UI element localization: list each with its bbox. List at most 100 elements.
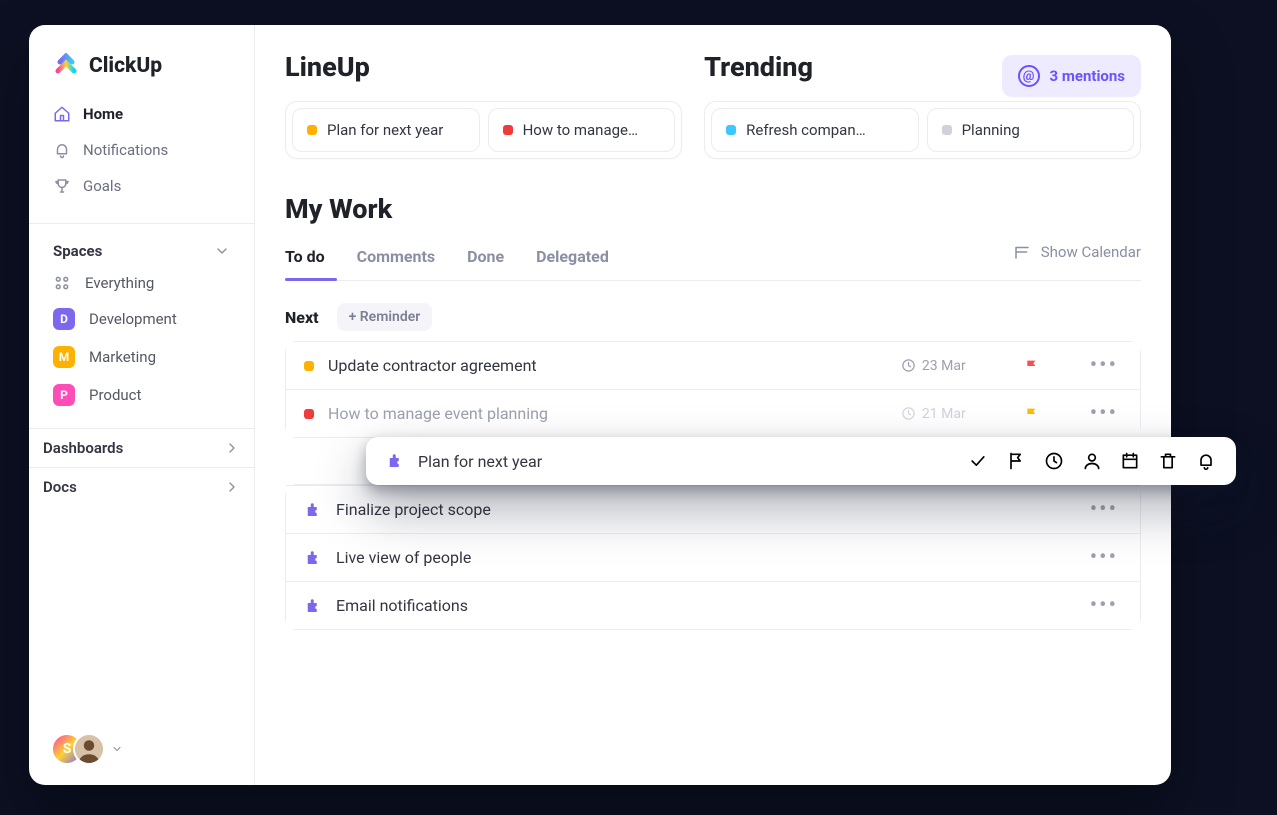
lineup-card[interactable]: Plan for next year bbox=[292, 108, 480, 152]
status-dot bbox=[942, 125, 952, 135]
bell-icon[interactable] bbox=[1196, 451, 1216, 471]
mentions-button[interactable]: @ 3 mentions bbox=[1002, 55, 1141, 97]
date-text: 23 Mar bbox=[922, 358, 966, 374]
nav-goals[interactable]: Goals bbox=[39, 169, 244, 203]
task-row[interactable]: Finalize project scope ••• bbox=[286, 485, 1140, 533]
trending-card[interactable]: Planning bbox=[927, 108, 1134, 152]
mywork-tabs: To do Comments Done Delegated Show Calen… bbox=[285, 235, 1141, 281]
calendar-icon bbox=[1013, 243, 1031, 261]
card-label: Refresh compan… bbox=[746, 121, 866, 139]
more-icon[interactable]: ••• bbox=[1086, 409, 1122, 419]
bell-icon bbox=[53, 141, 71, 159]
person-icon[interactable] bbox=[1082, 451, 1102, 471]
space-product[interactable]: P Product bbox=[39, 376, 244, 414]
task-row[interactable]: Live view of people ••• bbox=[286, 533, 1140, 581]
flag-icon[interactable] bbox=[1024, 358, 1040, 374]
next-header: Next bbox=[285, 308, 319, 327]
status-dot bbox=[304, 409, 314, 419]
clickup-logo-icon bbox=[53, 53, 79, 79]
task-date: 21 Mar bbox=[901, 406, 966, 422]
space-label: Everything bbox=[85, 274, 154, 292]
card-label: Planning bbox=[962, 121, 1020, 139]
more-icon[interactable]: ••• bbox=[1086, 505, 1122, 515]
status-dot bbox=[304, 361, 314, 371]
puzzle-icon bbox=[386, 452, 404, 470]
lineup-card[interactable]: How to manage… bbox=[488, 108, 676, 152]
space-badge: D bbox=[53, 308, 75, 330]
task-row[interactable]: How to manage event planning 21 Mar ••• bbox=[286, 389, 1140, 437]
chevron-down-icon bbox=[214, 243, 230, 259]
space-badge: P bbox=[53, 384, 75, 406]
nav-label: Home bbox=[83, 105, 123, 123]
grid-icon bbox=[53, 274, 71, 292]
chevron-down-icon bbox=[111, 743, 123, 755]
card-label: How to manage… bbox=[523, 121, 638, 139]
task-title: Live view of people bbox=[336, 548, 1072, 567]
task-title: How to manage event planning bbox=[328, 404, 887, 423]
space-label: Marketing bbox=[89, 348, 156, 366]
nav-label: Goals bbox=[83, 177, 121, 195]
space-marketing[interactable]: M Marketing bbox=[39, 338, 244, 376]
popover-title: Plan for next year bbox=[418, 452, 954, 471]
task-popover: Plan for next year bbox=[366, 437, 1236, 485]
nav-docs[interactable]: Docs bbox=[29, 467, 254, 506]
home-icon bbox=[53, 105, 71, 123]
status-dot bbox=[726, 125, 736, 135]
clock-icon[interactable] bbox=[1044, 451, 1064, 471]
nav-label: Docs bbox=[43, 478, 77, 496]
status-dot bbox=[503, 125, 513, 135]
card-label: Plan for next year bbox=[327, 121, 443, 139]
nav-home[interactable]: Home bbox=[39, 97, 244, 131]
status-dot bbox=[307, 125, 317, 135]
space-badge: M bbox=[53, 346, 75, 368]
next-task-list: Update contractor agreement 23 Mar ••• H… bbox=[285, 341, 1141, 438]
task-title: Finalize project scope bbox=[336, 500, 1072, 519]
space-label: Product bbox=[89, 386, 141, 404]
spaces-section: Spaces Everything D Development M Market… bbox=[29, 223, 254, 428]
main-panel: @ 3 mentions LineUp Plan for next year H… bbox=[255, 25, 1171, 785]
lineup-section: LineUp Plan for next year How to manage… bbox=[285, 51, 682, 159]
lineup-title: LineUp bbox=[285, 51, 682, 83]
space-development[interactable]: D Development bbox=[39, 300, 244, 338]
calendar-icon[interactable] bbox=[1120, 451, 1140, 471]
nav-dashboards[interactable]: Dashboards bbox=[29, 428, 254, 467]
more-icon[interactable]: ••• bbox=[1086, 361, 1122, 371]
flag-icon[interactable] bbox=[1024, 406, 1040, 422]
task-row[interactable]: Update contractor agreement 23 Mar ••• bbox=[286, 342, 1140, 389]
nav-notifications[interactable]: Notifications bbox=[39, 133, 244, 167]
trophy-icon bbox=[53, 177, 71, 195]
chevron-right-icon bbox=[224, 479, 240, 495]
space-label: Development bbox=[89, 310, 177, 328]
brand-text: ClickUp bbox=[89, 54, 162, 78]
tab-todo[interactable]: To do bbox=[285, 235, 325, 280]
at-icon: @ bbox=[1018, 65, 1040, 87]
tab-done[interactable]: Done bbox=[467, 235, 504, 280]
puzzle-icon bbox=[304, 549, 322, 567]
tab-comments[interactable]: Comments bbox=[357, 235, 435, 280]
puzzle-icon bbox=[304, 597, 322, 615]
user-stack[interactable]: S bbox=[51, 733, 123, 765]
mywork-title: My Work bbox=[285, 193, 1141, 225]
trending-card[interactable]: Refresh compan… bbox=[711, 108, 918, 152]
space-everything[interactable]: Everything bbox=[39, 266, 244, 300]
task-row[interactable]: Email notifications ••• bbox=[286, 581, 1140, 629]
nav-label: Dashboards bbox=[43, 439, 123, 457]
more-icon[interactable]: ••• bbox=[1086, 553, 1122, 563]
plain-task-list: Finalize project scope ••• Live view of … bbox=[285, 484, 1141, 630]
add-reminder-button[interactable]: + Reminder bbox=[337, 303, 433, 331]
more-icon[interactable]: ••• bbox=[1086, 601, 1122, 611]
task-title: Update contractor agreement bbox=[328, 356, 887, 375]
primary-nav: Home Notifications Goals bbox=[29, 97, 254, 223]
flag-outline-icon[interactable] bbox=[1006, 451, 1026, 471]
mentions-label: 3 mentions bbox=[1050, 67, 1125, 85]
check-icon[interactable] bbox=[968, 451, 988, 471]
date-text: 21 Mar bbox=[922, 406, 966, 422]
spaces-header[interactable]: Spaces bbox=[39, 238, 244, 266]
show-calendar-button[interactable]: Show Calendar bbox=[1013, 243, 1141, 273]
trash-icon[interactable] bbox=[1158, 451, 1178, 471]
sidebar: ClickUp Home Notifications Goals bbox=[29, 25, 255, 785]
tab-delegated[interactable]: Delegated bbox=[536, 235, 609, 280]
logo[interactable]: ClickUp bbox=[29, 25, 254, 97]
task-date: 23 Mar bbox=[901, 358, 966, 374]
chevron-right-icon bbox=[224, 440, 240, 456]
